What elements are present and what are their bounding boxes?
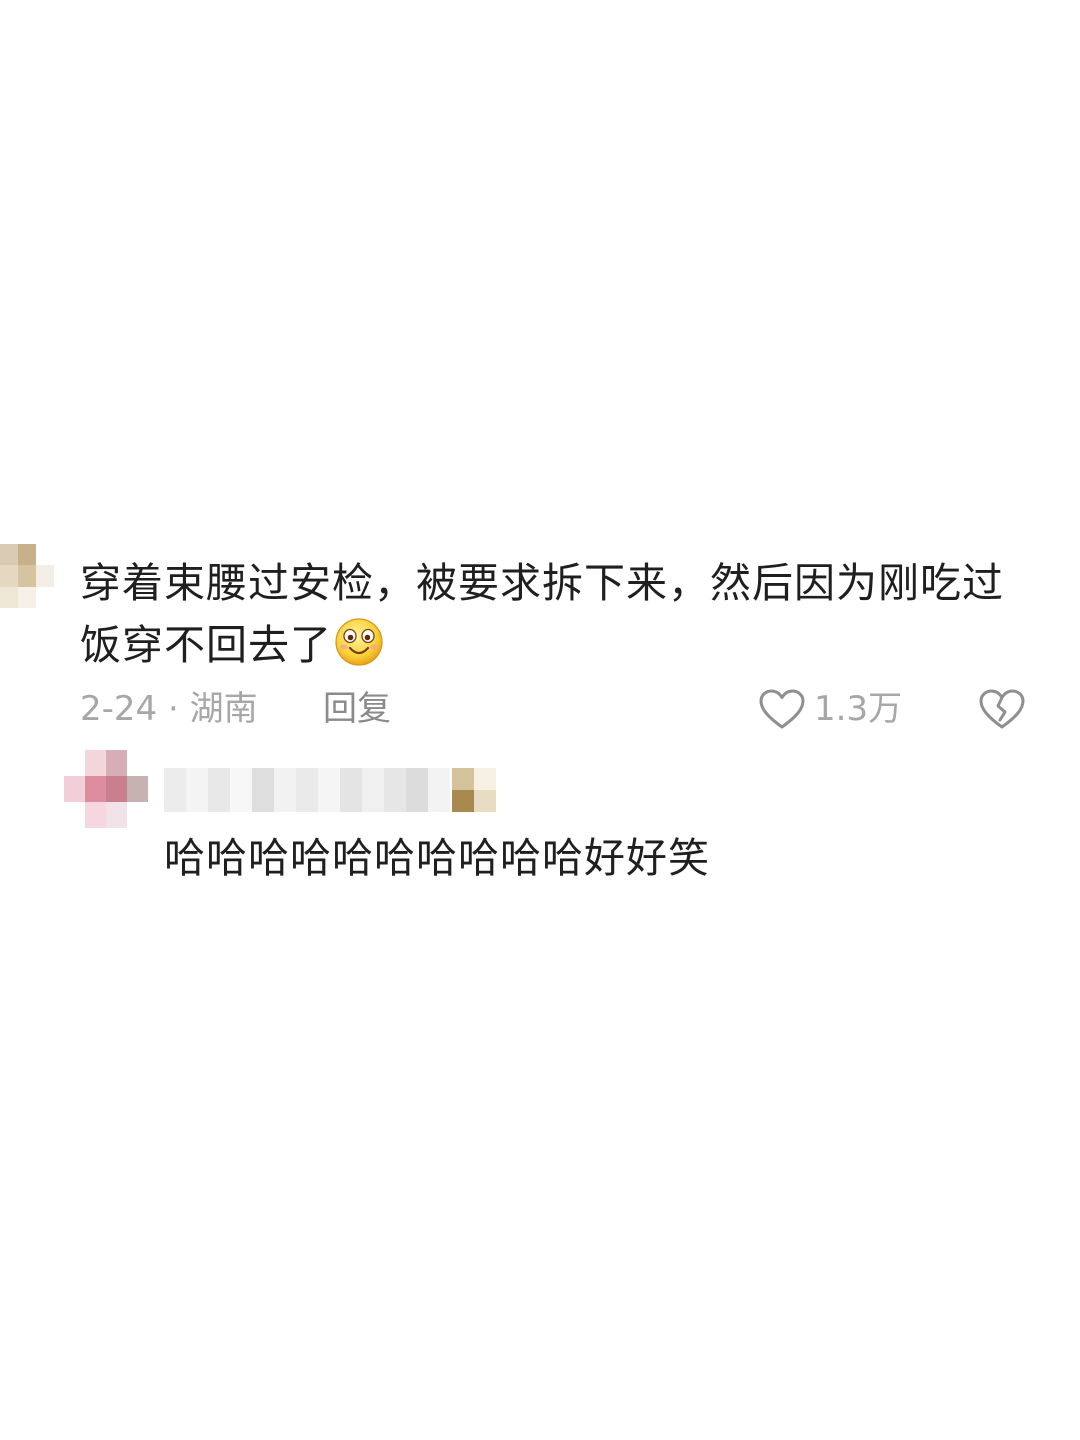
comment-body: 穿着束腰过安检，被要求拆下来，然后因为刚吃过饭穿不回去了: [80, 552, 1040, 676]
reply-avatar[interactable]: [64, 750, 148, 828]
reply-user-badge-blurred: [452, 768, 496, 812]
comment-meta: 2-24 · 湖南 回复 1.3万: [80, 686, 1040, 732]
smiling-face-emoji-icon: [335, 618, 383, 666]
comment-date-location: 2-24 · 湖南: [80, 689, 258, 729]
reply-button[interactable]: 回复: [323, 686, 391, 732]
like-count: 1.3万: [814, 689, 903, 729]
comment-text: 穿着束腰过安检，被要求拆下来，然后因为刚吃过饭穿不回去了: [80, 559, 1004, 669]
like-button[interactable]: 1.3万: [758, 686, 902, 732]
reply-text: 哈哈哈哈哈哈哈哈哈哈好好笑: [164, 834, 710, 882]
broken-heart-icon: [979, 689, 1025, 729]
dislike-button[interactable]: [978, 686, 1026, 732]
heart-outline-icon: [759, 689, 805, 729]
reply-username-blurred[interactable]: [164, 768, 450, 812]
commenter-avatar[interactable]: [0, 544, 54, 608]
